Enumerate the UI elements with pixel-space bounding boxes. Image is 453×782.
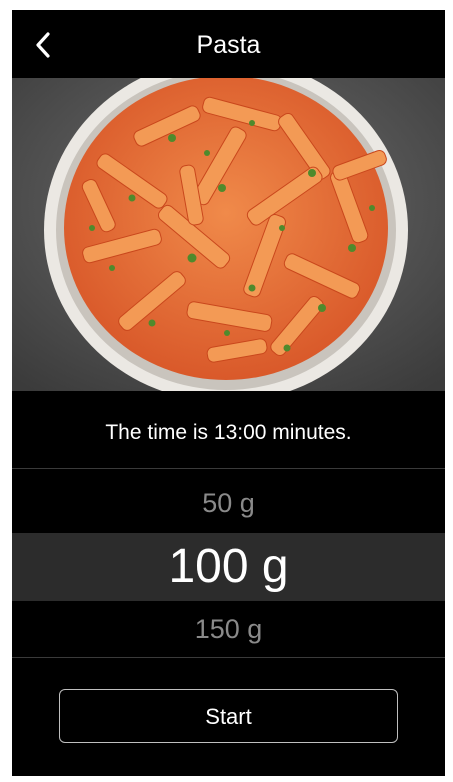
divider: [12, 657, 445, 658]
page-title: Pasta: [196, 31, 261, 59]
start-button[interactable]: Start: [59, 689, 398, 743]
cooking-time-text: The time is 13:00 minutes.: [105, 421, 352, 444]
pasta-photo: [12, 78, 445, 391]
weight-option-50g[interactable]: 50 g: [12, 475, 445, 531]
divider: [12, 468, 445, 469]
header-bar: Pasta: [12, 10, 445, 78]
weight-option-100g-selected[interactable]: 100 g: [12, 533, 445, 601]
weight-option-150g[interactable]: 150 g: [12, 603, 445, 655]
app-screen: Pasta The time is 13:00 minutes. 50 g 10…: [12, 10, 445, 776]
